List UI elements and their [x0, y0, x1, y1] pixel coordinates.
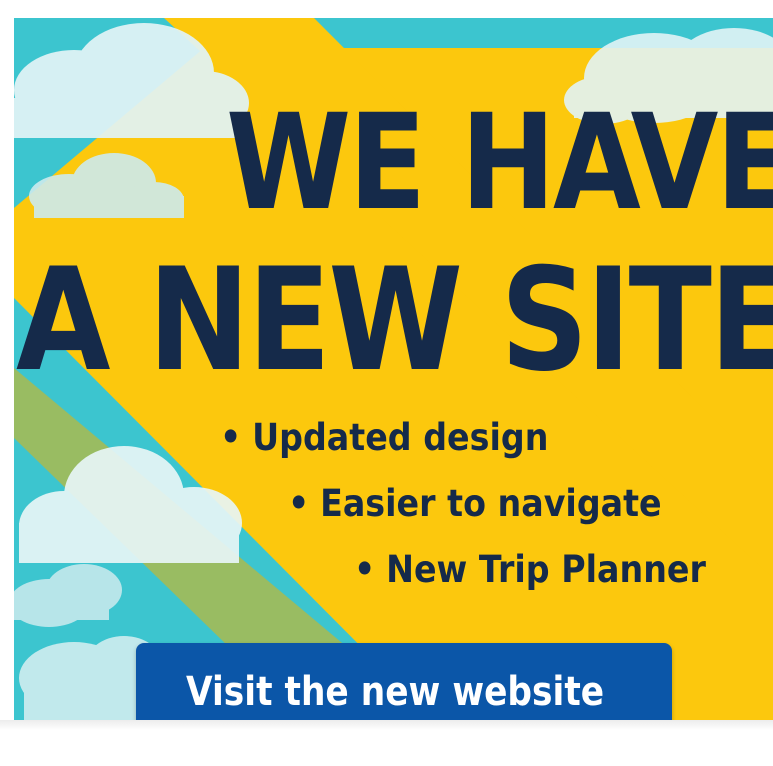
bullet-label: Updated design: [252, 416, 549, 459]
edge-shadow: [0, 720, 773, 730]
new-site-banner: WE HAVE A NEW SITE! • Updated design • Eas…: [14, 18, 773, 720]
headline-line-2: A NEW SITE!: [16, 238, 773, 403]
bullet-easier-navigate: • Easier to navigate: [288, 482, 662, 525]
bullet-dot-icon: •: [220, 416, 242, 459]
bullet-label: New Trip Planner: [386, 548, 706, 591]
screenshot-frame: WE HAVE A NEW SITE! • Updated design • Eas…: [0, 0, 773, 766]
bullet-new-trip-planner: • New Trip Planner: [354, 548, 706, 591]
visit-new-website-label: Visit the new website: [186, 669, 605, 715]
visit-new-website-button[interactable]: Visit the new website: [136, 643, 672, 720]
bullet-dot-icon: •: [354, 548, 376, 591]
bullet-updated-design: • Updated design: [220, 416, 548, 459]
bullet-label: Easier to navigate: [320, 482, 662, 525]
bullet-dot-icon: •: [288, 482, 310, 525]
headline-line-1: WE HAVE: [226, 86, 773, 240]
page-bottom-edge: [0, 720, 773, 766]
